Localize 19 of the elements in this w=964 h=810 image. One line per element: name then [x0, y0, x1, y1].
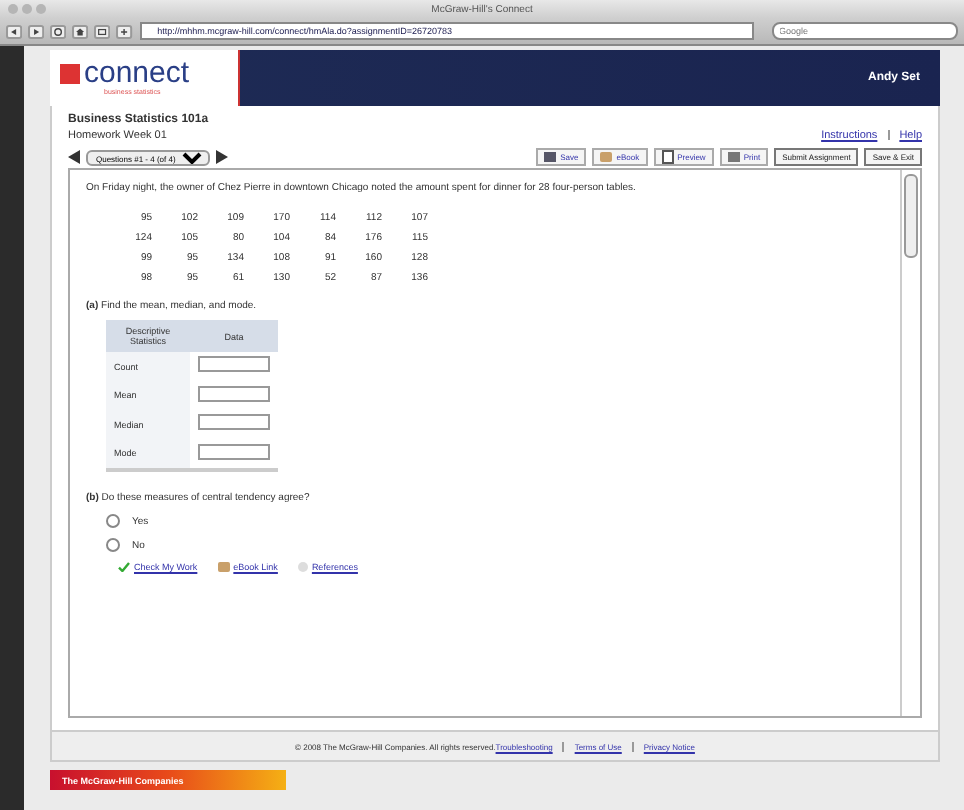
scrollbar[interactable]: [900, 170, 920, 716]
add-icon[interactable]: [116, 23, 134, 39]
forward-icon[interactable]: [28, 23, 45, 39]
reload-icon[interactable]: [50, 23, 67, 39]
next-icon[interactable]: [216, 150, 228, 164]
answer-field[interactable]: [198, 356, 270, 372]
answer-field[interactable]: [198, 414, 270, 430]
checkmark-icon: [118, 562, 130, 572]
back-icon[interactable]: [6, 23, 23, 39]
answer-field[interactable]: [198, 443, 270, 459]
page-icon: [661, 150, 674, 164]
home-icon[interactable]: [72, 23, 89, 39]
radio-button[interactable]: [106, 538, 120, 552]
circle-icon: [297, 562, 308, 572]
bookmark-icon[interactable]: [94, 23, 111, 39]
logo-icon: [60, 64, 80, 84]
previous-icon[interactable]: [68, 150, 80, 164]
radio-button[interactable]: [106, 514, 120, 528]
answer-field[interactable]: [198, 385, 270, 401]
